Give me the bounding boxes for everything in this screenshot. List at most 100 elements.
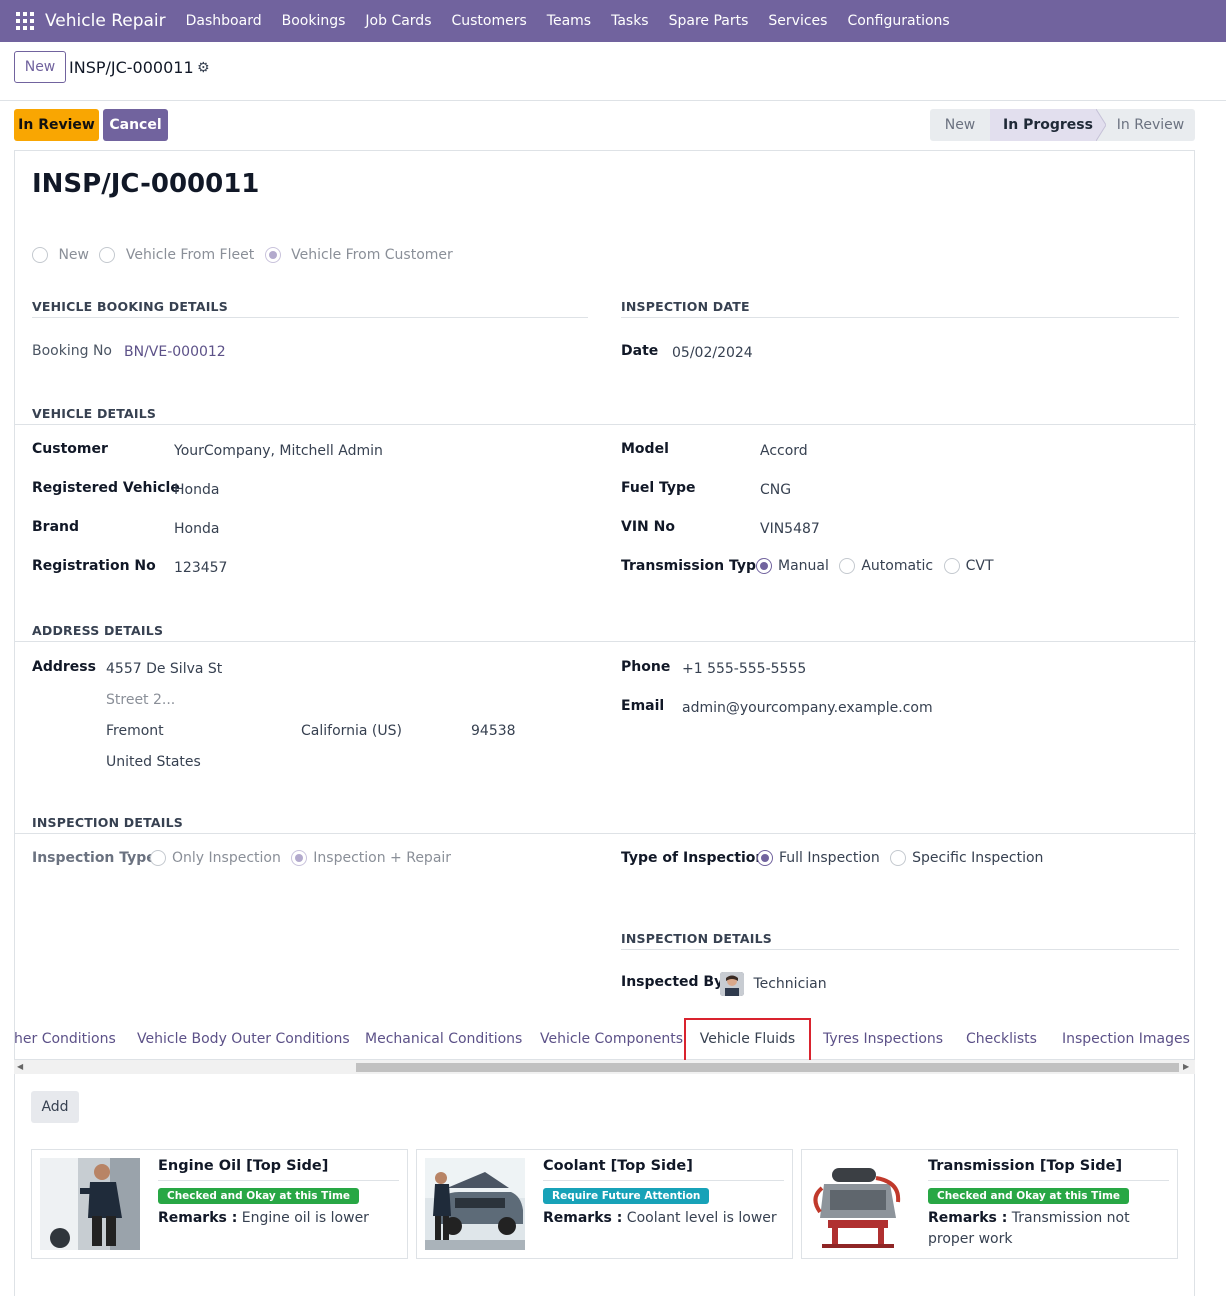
in-review-button[interactable]: In Review (14, 109, 99, 141)
radio-vehicle-from-fleet[interactable]: Vehicle From Fleet (99, 247, 254, 263)
state-field[interactable]: California (US) (301, 723, 402, 739)
notebook: her Conditions Vehicle Body Outer Condit… (14, 1018, 1195, 1078)
menu-tasks[interactable]: Tasks (601, 13, 659, 29)
zip-field[interactable]: 94538 (471, 723, 516, 739)
date-field[interactable]: 05/02/2024 (672, 345, 753, 361)
street-field[interactable]: 4557 De Silva St (106, 661, 222, 677)
top-navbar: Vehicle Repair Dashboard Bookings Job Ca… (0, 0, 1226, 42)
stage-in-progress[interactable]: In Progress (990, 109, 1096, 141)
scroll-left-icon[interactable]: ◀ (17, 1062, 23, 1071)
city-field[interactable]: Fremont (106, 723, 164, 739)
section-address-details: ADDRESS DETAILS (32, 623, 164, 638)
tab-checklists[interactable]: Checklists (966, 1018, 1037, 1059)
radio-inspection-repair[interactable]: Inspection + Repair (291, 850, 451, 866)
divider (15, 833, 1196, 834)
tab-strip: her Conditions Vehicle Body Outer Condit… (14, 1018, 1195, 1060)
inspected-by-label: Inspected By (621, 974, 724, 990)
divider (621, 949, 1179, 950)
menu-customers[interactable]: Customers (441, 13, 536, 29)
customer-field[interactable]: YourCompany, Mitchell Admin (174, 443, 383, 459)
radio-cvt[interactable]: CVT (943, 558, 994, 574)
radio-automatic[interactable]: Automatic (839, 558, 933, 574)
breadcrumb: INSP/JC-000011 (69, 58, 194, 77)
radio-new[interactable]: New (32, 247, 89, 263)
app-name[interactable]: Vehicle Repair (45, 11, 166, 31)
tab-vehicle-components[interactable]: Vehicle Components (540, 1018, 683, 1059)
radio-specific-inspection[interactable]: Specific Inspection (890, 850, 1043, 866)
registered-vehicle-label: Registered Vehicle (32, 480, 180, 496)
country-field[interactable]: United States (106, 754, 201, 770)
vehicle-source-radio: New Vehicle From Fleet Vehicle From Cust… (32, 247, 453, 263)
phone-field[interactable]: +1 555-555-5555 (682, 661, 806, 677)
model-label: Model (621, 441, 669, 457)
booking-no-link[interactable]: BN/VE-000012 (124, 344, 226, 360)
avatar (720, 972, 744, 996)
new-record-button[interactable]: New (14, 51, 66, 83)
menu-spare-parts[interactable]: Spare Parts (659, 13, 759, 29)
menu-bookings[interactable]: Bookings (272, 13, 356, 29)
menu-teams[interactable]: Teams (537, 13, 601, 29)
section-vehicle-details: VEHICLE DETAILS (32, 406, 157, 421)
stage-in-review[interactable]: In Review (1106, 109, 1195, 141)
tab-vehicle-body-outer-conditions[interactable]: Vehicle Body Outer Conditions (137, 1018, 350, 1059)
divider (15, 424, 1196, 425)
divider (621, 317, 1179, 318)
date-label: Date (621, 343, 659, 359)
control-panel: New INSP/JC-000011 ⚙ (0, 42, 1226, 101)
menu-dashboard[interactable]: Dashboard (176, 13, 272, 29)
radio-vehicle-from-customer[interactable]: Vehicle From Customer (264, 247, 453, 263)
transmission-type-label: Transmission Type (621, 558, 766, 574)
email-field[interactable]: admin@yourcompany.example.com (682, 700, 933, 716)
stage-new[interactable]: New (930, 109, 990, 141)
registration-no-label: Registration No (32, 558, 156, 574)
section-inspection-details: INSPECTION DETAILS (32, 815, 183, 830)
type-of-inspection-label: Type of Inspection (621, 850, 766, 866)
address-label: Address (32, 659, 96, 675)
tab-interior-conditions[interactable]: her Conditions (14, 1018, 116, 1059)
radio-full-inspection[interactable]: Full Inspection (757, 850, 880, 866)
section-inspection-date: INSPECTION DATE (621, 299, 750, 314)
phone-label: Phone (621, 659, 671, 675)
tab-mechanical-conditions[interactable]: Mechanical Conditions (365, 1018, 522, 1059)
apps-grid-icon[interactable] (16, 12, 34, 30)
menu-services[interactable]: Services (758, 13, 837, 29)
type-of-inspection-radio: Full Inspection Specific Inspection (757, 850, 1043, 866)
tab-inspection-images[interactable]: Inspection Images (1062, 1018, 1190, 1059)
divider (32, 317, 588, 318)
section-inspection-details-sub: INSPECTION DETAILS (621, 931, 772, 946)
inspected-by-field[interactable]: Technician (720, 972, 827, 996)
form-sheet: INSP/JC-000011 New Vehicle From Fleet Ve… (14, 150, 1196, 1296)
brand-label: Brand (32, 519, 80, 535)
vin-label: VIN No (621, 519, 675, 535)
menu-configurations[interactable]: Configurations (837, 13, 959, 29)
fuel-type-label: Fuel Type (621, 480, 696, 496)
section-vehicle-booking-details: VEHICLE BOOKING DETAILS (32, 299, 228, 314)
vin-field[interactable]: VIN5487 (760, 521, 820, 537)
scroll-right-icon[interactable]: ▶ (1183, 1062, 1189, 1071)
divider (15, 641, 1196, 642)
email-label: Email (621, 698, 665, 714)
radio-only-inspection[interactable]: Only Inspection (150, 850, 281, 866)
record-title: INSP/JC-000011 (32, 169, 260, 199)
booking-no-label: Booking No (32, 343, 112, 359)
scroll-thumb[interactable] (356, 1063, 1179, 1072)
inspection-type-label: Inspection Type (32, 850, 156, 866)
highlight-box (684, 1018, 811, 1064)
inspection-type-radio: Only Inspection Inspection + Repair (150, 850, 451, 866)
gear-icon[interactable]: ⚙ (197, 60, 210, 76)
registration-no-field[interactable]: 123457 (174, 560, 227, 576)
status-bar: New In Progress In Review (930, 109, 1195, 141)
street2-field[interactable]: Street 2... (106, 692, 175, 708)
stage-arrow-icon (1096, 109, 1106, 141)
customer-label: Customer (32, 441, 108, 457)
registered-vehicle-field[interactable]: Honda (174, 482, 219, 498)
add-button[interactable]: Add (31, 1091, 79, 1123)
cancel-button[interactable]: Cancel (103, 109, 168, 141)
menu-job-cards[interactable]: Job Cards (355, 13, 441, 29)
brand-field[interactable]: Honda (174, 521, 219, 537)
tab-tyres-inspections[interactable]: Tyres Inspections (823, 1018, 943, 1059)
fuel-type-field[interactable]: CNG (760, 482, 791, 498)
radio-manual[interactable]: Manual (756, 558, 829, 574)
tab-scrollbar[interactable]: ◀ ▶ (14, 1060, 1195, 1074)
model-field[interactable]: Accord (760, 443, 808, 459)
